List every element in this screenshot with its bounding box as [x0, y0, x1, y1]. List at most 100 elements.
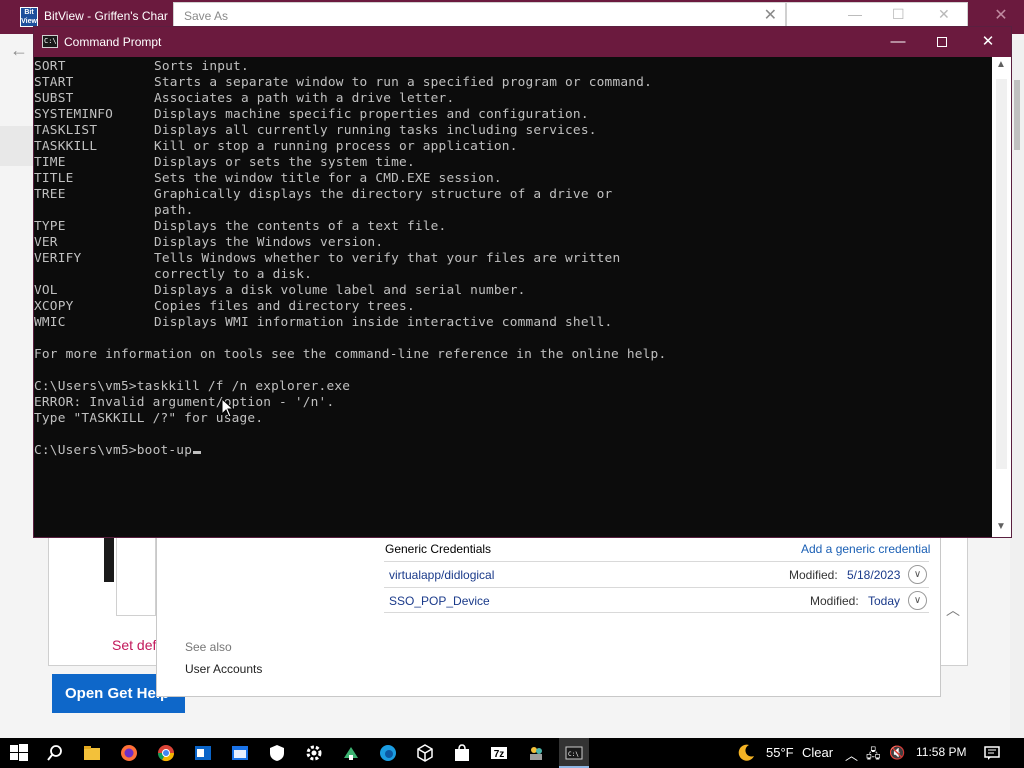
console-help-row: path. — [34, 203, 992, 219]
scroll-up-arrow-icon[interactable]: ▲ — [996, 59, 1006, 70]
command-description: Sorts input. — [154, 59, 249, 74]
console-scrollbar[interactable]: ▲ ▼ — [992, 57, 1011, 537]
calendar-icon[interactable] — [230, 743, 250, 763]
console-help-row: TIME Displays or sets the system time. — [34, 155, 992, 171]
console-line: C:\Users\vm5>taskkill /f /n explorer.exe — [34, 379, 351, 394]
modified-value: 5/18/2023 — [847, 568, 901, 582]
command-name: XCOPY — [34, 299, 74, 314]
console-help-row: VOL Displays a disk volume label and seri… — [34, 283, 992, 299]
generic-credentials-header: Generic Credentials — [385, 542, 492, 556]
credential-name[interactable]: SSO_POP_Device — [389, 594, 490, 608]
page-scrollbar-thumb[interactable] — [1014, 80, 1020, 150]
close-button[interactable]: ✕ — [974, 31, 1002, 53]
people-icon[interactable] — [526, 743, 546, 763]
windows-start-icon[interactable] — [9, 743, 29, 763]
box-icon[interactable] — [415, 743, 435, 763]
console-help-row: SUBST Associates a path with a drive lett… — [34, 91, 992, 107]
volume-muted-icon[interactable]: 🔇 — [889, 745, 905, 761]
command-prompt-window[interactable]: C:\ Command Prompt — ✕ SORT Sorts input. S… — [33, 26, 1012, 538]
background-maximize-icon[interactable]: ☐ — [892, 6, 905, 23]
back-arrow-icon[interactable]: ← — [10, 40, 32, 62]
command-description: Displays machine specific properties and… — [154, 107, 589, 122]
clock-time[interactable]: 11:58 PM — [916, 745, 966, 759]
command-description: Displays the contents of a text file. — [154, 219, 447, 234]
command-description: Tells Windows whether to verify that you… — [154, 251, 621, 266]
cmd-titlebar[interactable]: C:\ Command Prompt — ✕ — [34, 27, 1011, 57]
console-help-row: VER Displays the Windows version. — [34, 235, 992, 251]
chrome-icon[interactable] — [156, 743, 176, 763]
modified-label: Modified: — [810, 594, 859, 608]
console-help-row: VERIFY Tells Windows whether to verify th… — [34, 251, 992, 267]
7zip-icon[interactable]: 7z — [489, 743, 509, 763]
console-help-row: SORT Sorts input. — [34, 59, 992, 75]
settings-icon[interactable] — [304, 743, 324, 763]
console-prompt: C:\Users\vm5> — [34, 443, 137, 458]
see-also-heading: See also — [185, 640, 232, 654]
console-help-row: TITLE Sets the window title for a CMD.EXE… — [34, 171, 992, 187]
browser-title: BitView - Griffen's Char — [44, 9, 168, 23]
maximize-button[interactable] — [928, 31, 956, 53]
command-name: WMIC — [34, 315, 66, 330]
command-description: Displays all currently running tasks inc… — [154, 123, 597, 138]
app-icon[interactable] — [341, 743, 361, 763]
command-prompt-taskbar-icon[interactable]: C:\ — [564, 743, 584, 763]
background-close-icon[interactable]: ✕ — [938, 6, 950, 23]
firefox-icon[interactable] — [119, 743, 139, 763]
command-name: SUBST — [34, 91, 74, 106]
weather-temperature[interactable]: 55°F — [766, 745, 794, 760]
credential-name[interactable]: virtualapp/didlogical — [389, 568, 494, 582]
command-name: TYPE — [34, 219, 66, 234]
notifications-icon[interactable] — [982, 743, 1002, 763]
search-icon[interactable] — [45, 743, 65, 763]
console-help-row: TASKLIST Displays all currently running t… — [34, 123, 992, 139]
console-help-row: correctly to a disk. — [34, 267, 992, 283]
add-generic-credential-link[interactable]: Add a generic credential — [801, 542, 930, 556]
expand-chevron-icon[interactable]: ∨ — [908, 565, 927, 584]
command-description: Displays the Windows version. — [154, 235, 384, 250]
save-as-close-icon[interactable]: ✕ — [764, 5, 777, 25]
minimize-button[interactable]: — — [884, 31, 912, 53]
edge-icon[interactable] — [378, 743, 398, 763]
file-explorer-icon[interactable] — [82, 743, 102, 763]
background-minimize-icon[interactable]: — — [848, 6, 862, 22]
console-help-row: TASKKILL Kill or stop a running process o… — [34, 139, 992, 155]
command-description: Displays WMI information inside interact… — [154, 315, 613, 330]
command-description: Associates a path with a drive letter. — [154, 91, 455, 106]
panel-dark-strip — [104, 536, 114, 582]
panel-inner-box — [116, 536, 156, 616]
command-description: Displays a disk volume label and serial … — [154, 283, 526, 298]
user-accounts-link[interactable]: User Accounts — [185, 662, 262, 676]
shield-icon[interactable] — [267, 743, 287, 763]
console-help-row: WMIC Displays WMI information inside inte… — [34, 315, 992, 331]
expand-chevron-icon[interactable]: ∨ — [908, 591, 927, 610]
scrollbar-thumb[interactable] — [996, 79, 1007, 469]
command-name: VERIFY — [34, 251, 82, 266]
mouse-pointer-icon — [221, 398, 235, 418]
console-input-line[interactable]: C:\Users\vm5>boot-up — [34, 443, 992, 459]
console-current-input[interactable]: boot-up — [137, 443, 192, 458]
taskbar: 7z C:\ 55°F Clear ︿ 🖧 🔇 11:58 PM — [0, 738, 1024, 768]
credential-row[interactable]: SSO_POP_Device Modified: Today ∨ — [384, 587, 929, 613]
set-default-link[interactable]: Set def — [112, 637, 156, 653]
command-description: Sets the window title for a CMD.EXE sess… — [154, 171, 502, 186]
console-help-row: START Starts a separate window to run a s… — [34, 75, 992, 91]
command-name: TREE — [34, 187, 66, 202]
scroll-down-arrow-icon[interactable]: ▼ — [996, 521, 1006, 532]
show-hidden-icons-chevron-icon[interactable]: ︿ — [845, 745, 858, 764]
credential-row[interactable]: virtualapp/didlogical Modified: 5/18/202… — [384, 561, 929, 587]
command-description: Copies files and directory trees. — [154, 299, 415, 314]
command-name: TITLE — [34, 171, 74, 186]
command-description: correctly to a disk. — [154, 267, 313, 282]
store-icon[interactable] — [452, 743, 472, 763]
chevron-up-icon[interactable]: ︿ — [946, 600, 960, 620]
weather-condition[interactable]: Clear — [802, 745, 833, 760]
console-help-row: XCOPY Copies files and directory trees. — [34, 299, 992, 315]
cmd-title: Command Prompt — [64, 35, 162, 49]
command-name: TIME — [34, 155, 66, 170]
console-output[interactable]: SORT Sorts input. START Starts a separate w… — [34, 57, 992, 537]
network-icon[interactable]: 🖧 — [866, 745, 881, 767]
outlook-icon[interactable] — [193, 743, 213, 763]
browser-close-icon[interactable]: ✕ — [992, 5, 1010, 25]
